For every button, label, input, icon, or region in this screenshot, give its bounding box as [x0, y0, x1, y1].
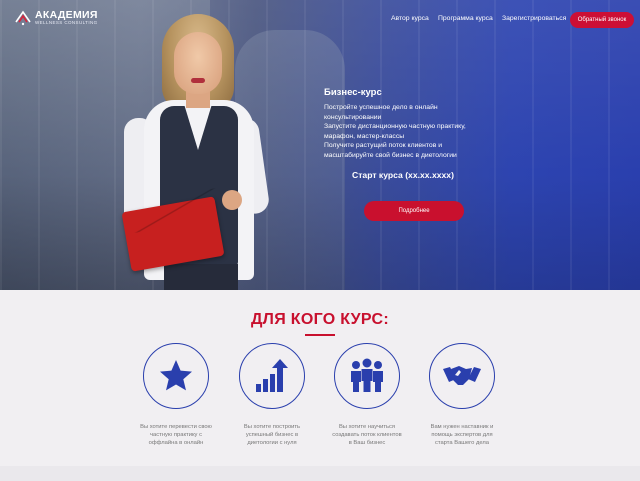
logo-name: АКАДЕМИЯ — [35, 9, 98, 21]
nav-program[interactable]: Программа курса — [438, 15, 493, 22]
site-logo[interactable]: АКАДЕМИЯ WELLNESS CONSULTING — [14, 9, 98, 27]
description-line: Получите растущий поток клиентов и — [324, 142, 442, 150]
feature-icon-circle — [429, 343, 495, 409]
feature-line: старта Вашего дела — [434, 440, 490, 447]
callback-button[interactable]: Обратный звонок — [570, 12, 634, 28]
title-underline — [305, 334, 335, 336]
nav-register[interactable]: Зарегистрироваться — [502, 15, 566, 22]
feature-icon-circle — [334, 343, 400, 409]
feature-line: Вам нужен наставник и — [430, 424, 494, 430]
description-line: Постройте успешное дело в онлайн — [324, 104, 438, 111]
description-line: консультировании — [324, 113, 382, 121]
description-line: марафон, мастер-классы — [324, 132, 405, 140]
feature-text: Вам нужен наставник и помощь экспертов д… — [402, 423, 522, 448]
star-icon — [160, 360, 192, 391]
author-photo — [118, 8, 278, 290]
hero-banner: АКАДЕМИЯ WELLNESS CONSULTING Автор курса… — [0, 0, 640, 290]
handshake-icon — [443, 366, 481, 385]
section-title: ДЛЯ КОГО КУРС: — [250, 311, 389, 328]
next-section-edge — [0, 466, 640, 481]
description-line: Запустите дистанционную частную практику… — [324, 123, 466, 131]
logo-subtitle: WELLNESS CONSULTING — [35, 20, 98, 25]
audience-item: Вам нужен наставник и помощь экспертов д… — [402, 343, 522, 448]
course-title: Бизнес-курс — [324, 87, 382, 98]
team-icon — [351, 358, 383, 392]
nav-author[interactable]: Автор курса — [391, 15, 429, 22]
feature-line: помощь экспертов для — [431, 432, 493, 439]
academy-logo-icon — [15, 10, 31, 26]
feature-icon-circle — [143, 343, 209, 409]
course-start-date: Старт курса (xx.xx.xxxx) — [352, 170, 454, 180]
course-description: Постройте успешное дело в онлайн консуль… — [324, 103, 494, 161]
growth-chart-icon — [256, 359, 288, 392]
hero-background-overlay — [0, 0, 640, 290]
feature-icon-circle — [239, 343, 305, 409]
description-line: масштабируйте свой бизнес в диетологии — [324, 151, 457, 159]
details-button[interactable]: Подробнее — [364, 201, 464, 221]
